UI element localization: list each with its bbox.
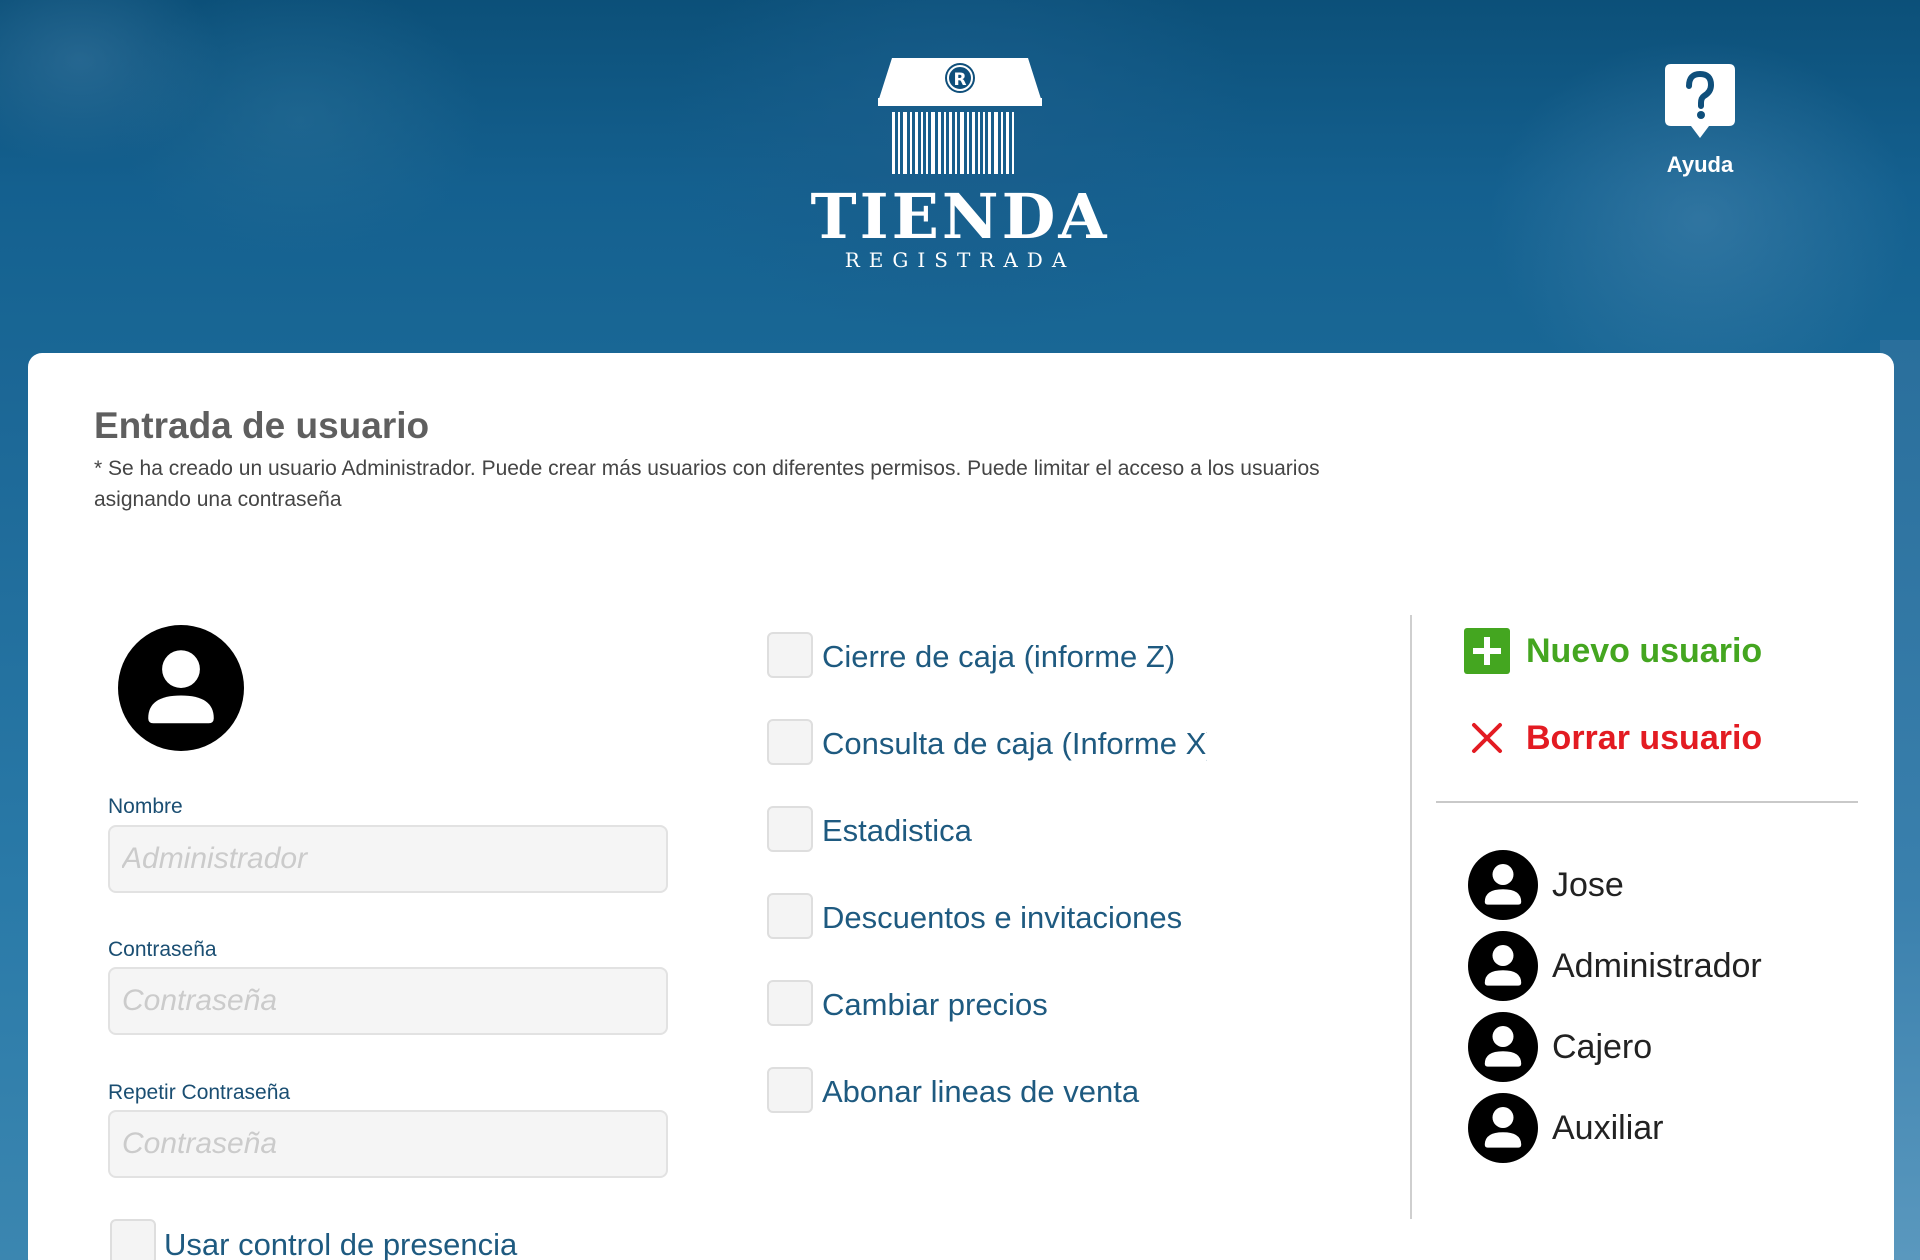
barcode-bar: [988, 112, 991, 174]
perm-label-estadistica[interactable]: Estadistica: [822, 813, 972, 849]
help-icon: [1665, 64, 1735, 138]
perm-label-descuentos[interactable]: Descuentos e invitaciones: [822, 900, 1182, 936]
perm-checkbox-estadistica[interactable]: [767, 806, 813, 852]
barcode-bar: [938, 112, 941, 174]
new-user-button[interactable]: Nuevo usuario: [1464, 627, 1762, 675]
barcode-bar: [949, 112, 952, 174]
user-entry-card: Entrada de usuario * Se ha creado un usu…: [28, 353, 1894, 1260]
user-icon: [1468, 931, 1538, 1001]
store-awning-icon: R: [878, 58, 1042, 174]
page-title: Entrada de usuario: [94, 405, 430, 446]
plus-icon: [1464, 628, 1510, 674]
perm-label-informe-x[interactable]: Consulta de caja (Informe X): [822, 726, 1207, 762]
help-button[interactable]: Ayuda: [1650, 60, 1750, 180]
barcode-bar: [972, 112, 975, 174]
barcode-bar: [955, 112, 957, 174]
delete-user-label: Borrar usuario: [1526, 718, 1763, 757]
app-logo: R TIENDA REGISTRADA: [810, 52, 1110, 282]
user-list-item[interactable]: Administrador: [1468, 931, 1762, 1001]
barcode-bar: [898, 112, 900, 174]
repeat-password-label: Repetir Contraseña: [108, 1081, 291, 1104]
name-label: Nombre: [108, 795, 183, 818]
barcode-bar: [892, 112, 895, 174]
user-icon: [1468, 850, 1538, 920]
barcode-bar: [1001, 112, 1003, 174]
barcode-bar: [960, 112, 964, 174]
perm-label-cambiar-precios[interactable]: Cambiar precios: [822, 987, 1048, 1023]
barcode-bar: [915, 112, 918, 174]
column-divider: [1410, 615, 1412, 1219]
barcode-bar: [903, 112, 907, 174]
user-list-item[interactable]: Cajero: [1468, 1012, 1652, 1082]
perm-checkbox-informe-x[interactable]: [767, 719, 813, 765]
page-description: * Se ha creado un usuario Administrador.…: [94, 457, 1320, 511]
perm-checkbox-descuentos[interactable]: [767, 893, 813, 939]
user-name: Administrador: [1552, 946, 1762, 985]
presence-control-label[interactable]: Usar control de presencia: [164, 1227, 517, 1260]
barcode-bar: [931, 112, 935, 174]
perm-label-abonar-lineas[interactable]: Abonar lineas de venta: [822, 1074, 1139, 1110]
repeat-password-input[interactable]: [108, 1110, 668, 1178]
help-label: Ayuda: [1666, 152, 1734, 177]
barcode-bar: [978, 112, 980, 174]
logo-badge: R: [953, 70, 966, 90]
delete-user-button[interactable]: Borrar usuario: [1464, 714, 1762, 762]
new-user-label: Nuevo usuario: [1526, 631, 1763, 670]
perm-label-informe-z[interactable]: Cierre de caja (informe Z): [822, 639, 1175, 675]
user-name: Cajero: [1552, 1027, 1653, 1066]
actions-divider: [1436, 801, 1858, 803]
barcode-bar: [926, 112, 928, 174]
user-icon: [1468, 1012, 1538, 1082]
password-label: Contraseña: [108, 938, 217, 961]
barcode-bar: [910, 112, 912, 174]
user-avatar-icon: [118, 625, 244, 751]
name-input[interactable]: [108, 825, 668, 893]
user-list-item[interactable]: Auxiliar: [1468, 1093, 1663, 1163]
perm-checkbox-abonar-lineas[interactable]: [767, 1067, 813, 1113]
perm-checkbox-informe-z[interactable]: [767, 632, 813, 678]
user-name: Auxiliar: [1552, 1108, 1664, 1147]
barcode-bar: [1006, 112, 1009, 174]
barcode-bar: [983, 112, 985, 174]
user-list-item[interactable]: Jose: [1468, 850, 1624, 920]
barcode-bar: [944, 112, 946, 174]
presence-control-checkbox[interactable]: [110, 1219, 156, 1260]
barcode-bar: [967, 112, 969, 174]
logo-subtitle: REGISTRADA: [844, 248, 1076, 272]
close-icon: [1472, 723, 1502, 753]
perm-checkbox-cambiar-precios[interactable]: [767, 980, 813, 1026]
logo-title: TIENDA: [810, 180, 1110, 253]
barcode-bar: [1012, 112, 1014, 174]
barcode-bar: [994, 112, 998, 174]
barcode-bar: [921, 112, 923, 174]
user-name: Jose: [1552, 865, 1624, 904]
user-icon: [1468, 1093, 1538, 1163]
password-input[interactable]: [108, 967, 668, 1035]
